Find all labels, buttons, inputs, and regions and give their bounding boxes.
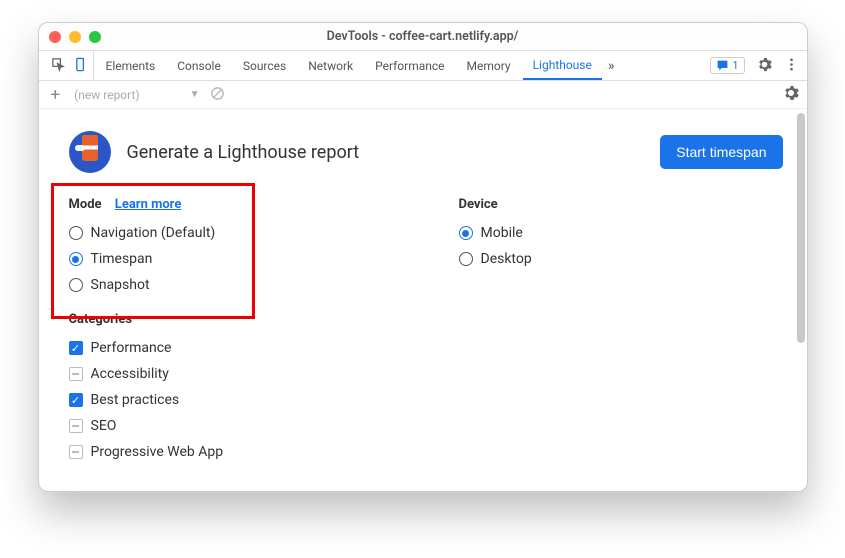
checkbox-icon: ✓ [69, 341, 83, 355]
start-timespan-button[interactable]: Start timespan [660, 135, 782, 169]
lighthouse-toolbar: + (new report) ▼ [39, 81, 807, 109]
messages-count: 1 [732, 59, 738, 72]
mode-option-snapshot[interactable]: Snapshot [69, 272, 289, 298]
console-messages-badge[interactable]: 1 [710, 57, 744, 74]
mode-section: Mode Learn more Navigation (Default) Tim… [69, 197, 289, 465]
mode-option-navigation[interactable]: Navigation (Default) [69, 220, 289, 246]
radio-icon [459, 252, 473, 266]
option-label: Navigation (Default) [91, 225, 216, 241]
maximize-window-button[interactable] [89, 31, 101, 43]
mode-option-timespan[interactable]: Timespan [69, 246, 289, 272]
tab-label: Lighthouse [533, 58, 592, 72]
new-report-button[interactable]: + [47, 85, 65, 105]
tab-label: Performance [375, 59, 444, 73]
radio-icon [459, 226, 473, 240]
option-label: Desktop [481, 251, 532, 267]
categories-section: Categories ✓ Performance Accessibility ✓… [69, 312, 289, 465]
device-option-desktop[interactable]: Desktop [459, 246, 532, 272]
learn-more-link[interactable]: Learn more [115, 197, 182, 212]
close-window-button[interactable] [49, 31, 61, 43]
titlebar: DevTools - coffee-cart.netlify.app/ [39, 23, 807, 51]
option-label: Performance [91, 340, 172, 356]
checkbox-icon: ✓ [69, 393, 83, 407]
tab-label: Elements [106, 59, 156, 73]
tab-console[interactable]: Console [167, 51, 231, 80]
clear-icon[interactable] [210, 86, 225, 104]
device-toolbar-icon[interactable] [74, 57, 89, 75]
more-options-icon[interactable] [784, 57, 799, 75]
category-seo[interactable]: SEO [69, 413, 289, 439]
tab-label: Memory [467, 59, 511, 73]
categories-title: Categories [69, 312, 289, 327]
devtools-window: DevTools - coffee-cart.netlify.app/ Elem… [38, 22, 808, 492]
tab-label: Sources [243, 59, 286, 73]
device-section: Device Mobile Desktop [459, 197, 532, 465]
option-label: Timespan [91, 251, 153, 267]
radio-icon [69, 252, 83, 266]
radio-icon [69, 278, 83, 292]
window-title: DevTools - coffee-cart.netlify.app/ [327, 29, 519, 44]
window-controls [49, 31, 101, 43]
tab-performance[interactable]: Performance [365, 51, 454, 80]
tab-lighthouse[interactable]: Lighthouse [523, 51, 602, 80]
radio-icon [69, 226, 83, 240]
category-best-practices[interactable]: ✓ Best practices [69, 387, 289, 413]
more-tabs-icon[interactable]: » [608, 58, 615, 74]
option-label: Best practices [91, 392, 180, 408]
mode-title-text: Mode [69, 197, 102, 212]
option-label: Accessibility [91, 366, 169, 382]
option-label: SEO [91, 418, 117, 434]
checkbox-icon [69, 419, 83, 433]
report-dropdown-label: (new report) [74, 88, 139, 102]
category-performance[interactable]: ✓ Performance [69, 335, 289, 361]
checkbox-icon [69, 445, 83, 459]
devtools-tabbar: Elements Console Sources Network Perform… [39, 51, 807, 81]
device-option-mobile[interactable]: Mobile [459, 220, 532, 246]
scrollbar[interactable] [797, 113, 805, 343]
category-accessibility[interactable]: Accessibility [69, 361, 289, 387]
option-label: Snapshot [91, 277, 150, 293]
device-title: Device [459, 197, 532, 212]
report-dropdown[interactable]: (new report) ▼ [74, 88, 199, 102]
minimize-window-button[interactable] [69, 31, 81, 43]
settings-icon[interactable] [757, 57, 772, 75]
mode-title: Mode Learn more [69, 197, 289, 212]
tab-elements[interactable]: Elements [96, 51, 166, 80]
lighthouse-content: Generate a Lighthouse report Start times… [39, 109, 807, 491]
option-label: Mobile [481, 225, 523, 241]
category-pwa[interactable]: Progressive Web App [69, 439, 289, 465]
header-row: Generate a Lighthouse report Start times… [69, 131, 783, 173]
lighthouse-settings-icon[interactable] [783, 90, 799, 104]
tab-label: Network [308, 59, 353, 73]
option-label: Progressive Web App [91, 444, 224, 460]
page-title: Generate a Lighthouse report [127, 142, 360, 163]
tab-network[interactable]: Network [298, 51, 363, 80]
tab-sources[interactable]: Sources [233, 51, 296, 80]
lighthouse-logo-icon [69, 131, 111, 173]
dropdown-triangle-icon: ▼ [190, 89, 200, 100]
message-icon [716, 59, 729, 72]
tab-memory[interactable]: Memory [457, 51, 521, 80]
inspect-element-icon[interactable] [51, 57, 66, 75]
checkbox-icon [69, 367, 83, 381]
tab-label: Console [177, 59, 221, 73]
